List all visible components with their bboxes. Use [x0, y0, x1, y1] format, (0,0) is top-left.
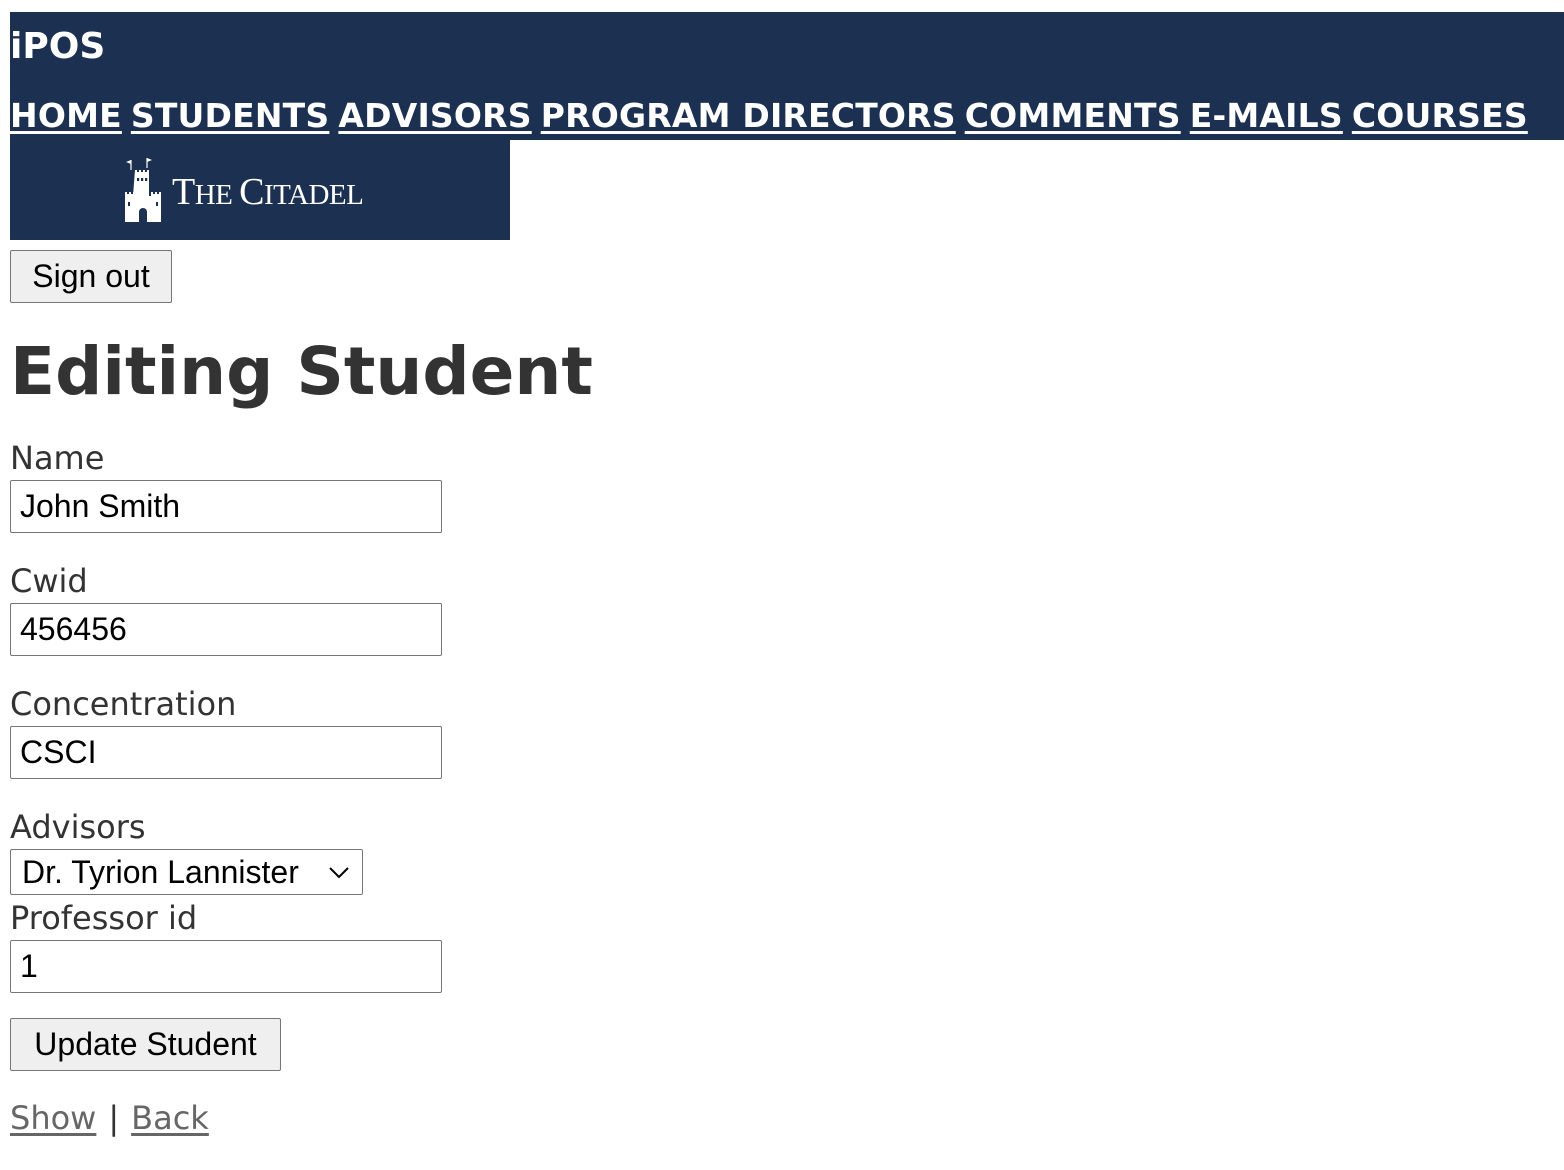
logo-wordmark: THE CITADEL	[172, 171, 364, 213]
page: iPOS HOME STUDENTS ADVISORS PROGRAM DIRECTO…	[10, 12, 1564, 1137]
main-nav: HOME STUDENTS ADVISORS PROGRAM DIRECTORS COM…	[10, 96, 1537, 136]
castle-icon	[125, 158, 161, 222]
advisors-selected-value: Dr. Tyrion Lannister	[22, 854, 299, 890]
show-link[interactable]: Show	[10, 1099, 96, 1137]
nav-courses[interactable]: COURSES	[1352, 96, 1528, 135]
citadel-logo: THE CITADEL	[10, 140, 510, 240]
nav-students[interactable]: STUDENTS	[131, 96, 330, 135]
concentration-field[interactable]	[10, 726, 442, 779]
cwid-label: Cwid	[10, 562, 88, 600]
back-link[interactable]: Back	[131, 1099, 209, 1137]
concentration-label: Concentration	[10, 685, 237, 723]
nav-advisors[interactable]: ADVISORS	[338, 96, 531, 135]
name-field[interactable]	[10, 480, 442, 533]
sign-out-button[interactable]: Sign out	[10, 250, 172, 303]
cwid-field[interactable]	[10, 603, 442, 656]
nav-comments[interactable]: COMMENTS	[965, 96, 1181, 135]
professor-id-field[interactable]	[10, 940, 442, 993]
nav-program-directors[interactable]: PROGRAM DIRECTORS	[541, 96, 956, 135]
nav-emails[interactable]: E-MAILS	[1190, 96, 1343, 135]
site-header: iPOS HOME STUDENTS ADVISORS PROGRAM DIRECTO…	[10, 12, 1564, 140]
update-student-button[interactable]: Update Student	[10, 1018, 281, 1071]
footer-links: Show | Back	[10, 1098, 209, 1138]
link-separator: |	[108, 1099, 120, 1137]
professor-id-label: Professor id	[10, 899, 198, 937]
page-title: Editing Student	[10, 333, 593, 410]
advisors-label: Advisors	[10, 808, 146, 846]
app-title: iPOS	[10, 26, 106, 67]
nav-home[interactable]: HOME	[10, 96, 122, 135]
name-label: Name	[10, 439, 105, 477]
chevron-down-icon	[329, 867, 349, 879]
advisors-select[interactable]: Dr. Tyrion Lannister	[10, 849, 363, 895]
